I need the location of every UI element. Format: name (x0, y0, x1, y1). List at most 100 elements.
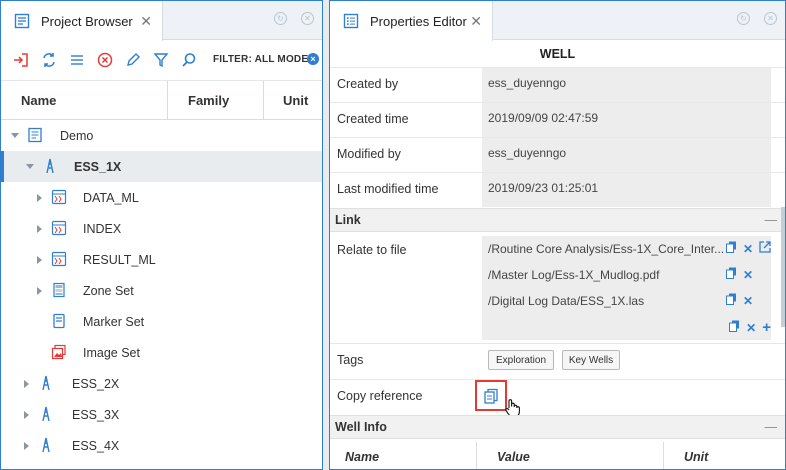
expand-arrow-icon[interactable] (24, 380, 29, 388)
file-row-actions: ✕ (725, 267, 753, 282)
expand-arrow-icon[interactable] (24, 411, 29, 419)
filter-mode-label[interactable]: FILTER: ALL MODE (213, 54, 308, 65)
project-browser-tabbar: Project Browser ✕ ↻ ✕ (1, 1, 322, 41)
imageset-icon (51, 344, 67, 360)
copy-icon[interactable] (729, 320, 740, 335)
collapse-arrow-icon[interactable] (11, 133, 19, 138)
sync-icon[interactable] (39, 50, 59, 70)
property-value[interactable]: ess_duyenngo (482, 68, 771, 102)
well-icon (38, 406, 54, 422)
scrollbar-thumb[interactable] (781, 207, 785, 327)
property-modified-by: Modified by ess_duyenngo (330, 137, 785, 172)
property-tags: Tags Exploration Key Wells (330, 343, 785, 379)
tree-row-marker-set[interactable]: Marker Set (1, 306, 322, 337)
collapse-icon[interactable]: — (765, 416, 778, 439)
list-icon (13, 12, 31, 30)
column-value[interactable]: Value (497, 450, 530, 464)
close-icon[interactable]: ✕ (470, 13, 482, 30)
copy-icon[interactable] (725, 293, 737, 308)
delete-icon[interactable] (95, 50, 115, 70)
open-external-icon[interactable] (759, 241, 771, 256)
column-family[interactable]: Family (188, 81, 229, 120)
tree-row-ess-2x[interactable]: ESS_2X (1, 368, 322, 399)
tree-label: ESS_2X (72, 376, 120, 391)
section-title: Well Info (335, 420, 387, 434)
markerset-icon (51, 313, 67, 329)
tree-row-ess-3x[interactable]: ESS_3X (1, 399, 322, 430)
copy-icon[interactable] (725, 267, 737, 282)
tree-label: Demo (60, 128, 94, 143)
expand-arrow-icon[interactable] (37, 287, 42, 295)
add-icon[interactable]: + (762, 320, 771, 335)
file-link[interactable]: /Master Log/Ess-1X_Mudlog.pdf (488, 268, 659, 282)
tree-row-demo[interactable]: Demo (1, 120, 322, 151)
expand-arrow-icon[interactable] (24, 442, 29, 450)
tree-row-ess-1x[interactable]: ESS_1X (1, 151, 322, 182)
refresh-icon[interactable]: ↻ (274, 12, 287, 25)
edit-icon[interactable] (123, 50, 143, 70)
tag-exploration[interactable]: Exploration (488, 350, 554, 370)
property-label: Last modified time (337, 182, 439, 196)
copy-icon[interactable] (725, 241, 737, 256)
well-info-section-header[interactable]: Well Info — (330, 415, 785, 439)
remove-icon[interactable]: ✕ (743, 242, 753, 256)
file-link[interactable]: /Digital Log Data/ESS_1X.las (488, 294, 644, 308)
expand-arrow-icon[interactable] (37, 194, 42, 202)
section-title: Link (335, 213, 361, 227)
column-unit[interactable]: Unit (283, 81, 308, 120)
tree-row-index[interactable]: INDEX (1, 213, 322, 244)
project-browser-panel: Project Browser ✕ ↻ ✕ FILTER: ALL MODE ×… (0, 0, 323, 470)
property-value[interactable]: ess_duyenngo (482, 138, 771, 172)
property-value[interactable]: 2019/09/23 01:25:01 (482, 173, 771, 207)
property-value[interactable]: 2019/09/09 02:47:59 (482, 103, 771, 137)
collapse-icon[interactable]: — (765, 209, 778, 232)
property-label: Created by (337, 77, 399, 91)
sort-icon[interactable] (67, 50, 87, 70)
well-info-table-header: Name Value Unit (330, 442, 785, 469)
tab-properties-editor[interactable]: Properties Editor ✕ (330, 1, 493, 41)
close-panel-icon[interactable]: ✕ (301, 12, 314, 25)
file-list-actions: ✕ + (729, 320, 771, 335)
close-panel-icon[interactable]: ✕ (764, 12, 777, 25)
column-name[interactable]: Name (345, 450, 379, 464)
property-label: Relate to file (337, 243, 407, 257)
file-link[interactable]: /Routine Core Analysis/Ess-1X_Core_Inter… (488, 242, 724, 256)
close-icon[interactable]: ✕ (140, 13, 152, 30)
link-section-header[interactable]: Link — (330, 208, 785, 232)
tag-key-wells[interactable]: Key Wells (562, 350, 620, 370)
project-icon (27, 127, 43, 143)
refresh-icon[interactable]: ↻ (737, 12, 750, 25)
expand-arrow-icon[interactable] (37, 256, 42, 264)
property-created-by: Created by ess_duyenngo (330, 67, 785, 102)
search-icon[interactable] (179, 50, 199, 70)
clear-filter-icon[interactable]: × (307, 53, 319, 65)
remove-icon[interactable]: ✕ (743, 268, 753, 282)
copy-icon (484, 388, 498, 404)
object-type-title: WELL (539, 47, 576, 61)
tab-project-browser[interactable]: Project Browser ✕ (1, 1, 163, 41)
project-toolbar: FILTER: ALL MODE × (1, 41, 322, 78)
tree-row-data-ml[interactable]: DATA_ML (1, 182, 322, 213)
tree-label: DATA_ML (83, 190, 139, 205)
expand-arrow-icon[interactable] (37, 225, 42, 233)
tree-row-result-ml[interactable]: RESULT_ML (1, 244, 322, 275)
import-icon[interactable] (11, 50, 31, 70)
tree-row-image-set[interactable]: Image Set (1, 337, 322, 368)
collapse-arrow-icon[interactable] (26, 164, 34, 169)
filter-icon[interactable] (151, 50, 171, 70)
remove-icon[interactable]: ✕ (746, 321, 756, 335)
property-copy-reference: Copy reference (330, 379, 785, 418)
remove-icon[interactable]: ✕ (743, 294, 753, 308)
property-created-time: Created time 2019/09/09 02:47:59 (330, 102, 785, 137)
tab-title: Project Browser (41, 13, 133, 29)
column-unit[interactable]: Unit (684, 450, 708, 464)
tree-header: Name Family Unit (1, 80, 322, 120)
tree-row-zone-set[interactable]: Zone Set (1, 275, 322, 306)
column-name[interactable]: Name (21, 81, 56, 120)
property-label: Copy reference (337, 389, 423, 403)
tree-label: RESULT_ML (83, 252, 156, 267)
copy-reference-button[interactable] (475, 380, 507, 411)
project-tree: Demo ESS_1X DATA_ML INDEX RESULT_ML Zone… (1, 120, 322, 461)
tree-row-ess-4x[interactable]: ESS_4X (1, 430, 322, 461)
property-label: Created time (337, 112, 409, 126)
